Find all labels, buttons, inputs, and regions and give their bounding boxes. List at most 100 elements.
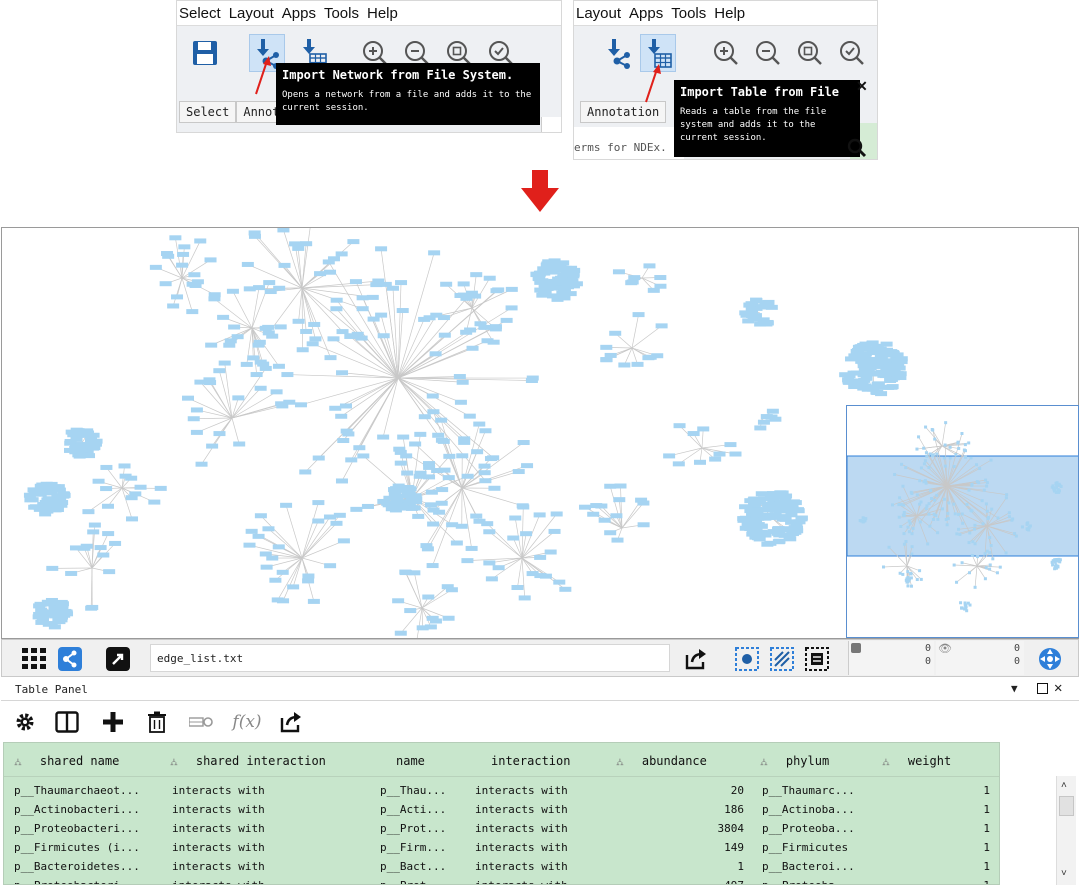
network-node[interactable]: [347, 239, 360, 245]
network-node[interactable]: [28, 488, 41, 494]
network-node[interactable]: [274, 324, 287, 330]
network-node[interactable]: [213, 431, 226, 437]
column-header-weight[interactable]: ⛼ weight: [882, 754, 951, 770]
network-node[interactable]: [919, 466, 923, 470]
menu-select[interactable]: Select: [179, 5, 221, 22]
network-node[interactable]: [995, 571, 999, 575]
network-node[interactable]: [443, 453, 456, 459]
network-node[interactable]: [948, 456, 952, 460]
network-node[interactable]: [336, 370, 349, 376]
network-node[interactable]: [942, 497, 946, 501]
network-node[interactable]: [423, 315, 436, 321]
network-node[interactable]: [968, 603, 972, 607]
network-node[interactable]: [780, 527, 793, 533]
network-node[interactable]: [336, 329, 349, 335]
network-node[interactable]: [910, 532, 914, 536]
network-node[interactable]: [944, 421, 948, 425]
network-node[interactable]: [65, 570, 78, 576]
detach-view-button[interactable]: [104, 645, 132, 673]
network-node[interactable]: [604, 530, 617, 536]
network-node[interactable]: [435, 417, 448, 423]
network-node[interactable]: [982, 488, 986, 492]
network-node[interactable]: [906, 575, 910, 579]
network-node[interactable]: [970, 553, 974, 557]
network-node[interactable]: [240, 361, 253, 367]
network-node[interactable]: [206, 443, 219, 449]
network-node[interactable]: [595, 503, 608, 509]
overview-graph[interactable]: [847, 406, 1079, 638]
network-node[interactable]: [909, 572, 913, 576]
network-node[interactable]: [404, 608, 417, 614]
network-node[interactable]: [963, 443, 967, 447]
network-node[interactable]: [952, 464, 956, 468]
network-node[interactable]: [927, 512, 931, 516]
network-node[interactable]: [924, 481, 928, 485]
network-node[interactable]: [610, 513, 623, 519]
network-node[interactable]: [904, 466, 908, 470]
network-node[interactable]: [1007, 511, 1011, 515]
network-node[interactable]: [948, 445, 952, 449]
close-icon[interactable]: ✕: [856, 78, 868, 95]
network-node[interactable]: [312, 455, 325, 461]
network-node[interactable]: [906, 584, 910, 588]
network-node[interactable]: [162, 253, 175, 259]
network-node[interactable]: [533, 512, 546, 518]
network-node[interactable]: [422, 594, 435, 600]
table-row[interactable]: p__Bacteroidetes... interacts with p__Bact…: [4, 857, 999, 876]
network-node[interactable]: [51, 494, 64, 500]
network-node[interactable]: [266, 555, 279, 561]
network-node[interactable]: [918, 569, 922, 573]
menu-tools[interactable]: Tools: [324, 5, 359, 22]
network-node[interactable]: [450, 540, 463, 546]
network-node[interactable]: [559, 586, 572, 592]
network-node[interactable]: [958, 532, 962, 536]
network-node[interactable]: [426, 563, 439, 569]
network-node[interactable]: [943, 443, 947, 447]
network-node[interactable]: [387, 285, 400, 291]
network-node[interactable]: [421, 546, 434, 552]
network-node[interactable]: [985, 509, 989, 513]
network-node[interactable]: [517, 504, 530, 510]
network-node[interactable]: [525, 377, 538, 383]
network-node[interactable]: [327, 336, 340, 342]
network-node[interactable]: [208, 296, 221, 302]
network-node[interactable]: [906, 570, 910, 574]
network-node[interactable]: [36, 615, 49, 621]
network-node[interactable]: [521, 463, 534, 469]
function-builder-icon[interactable]: f(x): [229, 708, 265, 736]
network-node[interactable]: [478, 470, 491, 476]
network-node[interactable]: [46, 565, 59, 571]
network-node[interactable]: [428, 250, 441, 256]
network-node[interactable]: [204, 257, 217, 263]
network-node[interactable]: [190, 429, 203, 435]
network-node[interactable]: [554, 277, 567, 283]
add-column-button[interactable]: [99, 708, 127, 736]
network-node[interactable]: [80, 543, 93, 549]
network-node[interactable]: [924, 507, 928, 511]
network-node[interactable]: [907, 530, 911, 534]
export-table-button[interactable]: [277, 708, 305, 736]
network-node[interactable]: [928, 524, 932, 528]
tab-annotation[interactable]: Annotation: [580, 101, 667, 123]
network-node[interactable]: [253, 339, 266, 345]
network-node[interactable]: [337, 538, 350, 544]
network-node[interactable]: [971, 540, 975, 544]
network-node[interactable]: [324, 563, 337, 569]
network-node[interactable]: [299, 469, 312, 475]
network-node[interactable]: [126, 516, 139, 522]
network-node[interactable]: [438, 332, 451, 338]
fit-navigation-button[interactable]: [1036, 645, 1064, 673]
network-node[interactable]: [253, 285, 266, 291]
network-node[interactable]: [437, 438, 450, 444]
network-node[interactable]: [976, 555, 980, 559]
table-settings-button[interactable]: [11, 708, 39, 736]
network-node[interactable]: [932, 512, 936, 516]
network-node[interactable]: [500, 317, 513, 323]
network-node[interactable]: [644, 354, 657, 360]
column-header-interaction[interactable]: interaction: [491, 754, 570, 768]
network-node[interactable]: [292, 318, 305, 324]
network-node[interactable]: [713, 451, 726, 457]
network-node[interactable]: [414, 431, 427, 437]
network-node[interactable]: [567, 271, 580, 277]
network-node[interactable]: [1057, 557, 1061, 561]
